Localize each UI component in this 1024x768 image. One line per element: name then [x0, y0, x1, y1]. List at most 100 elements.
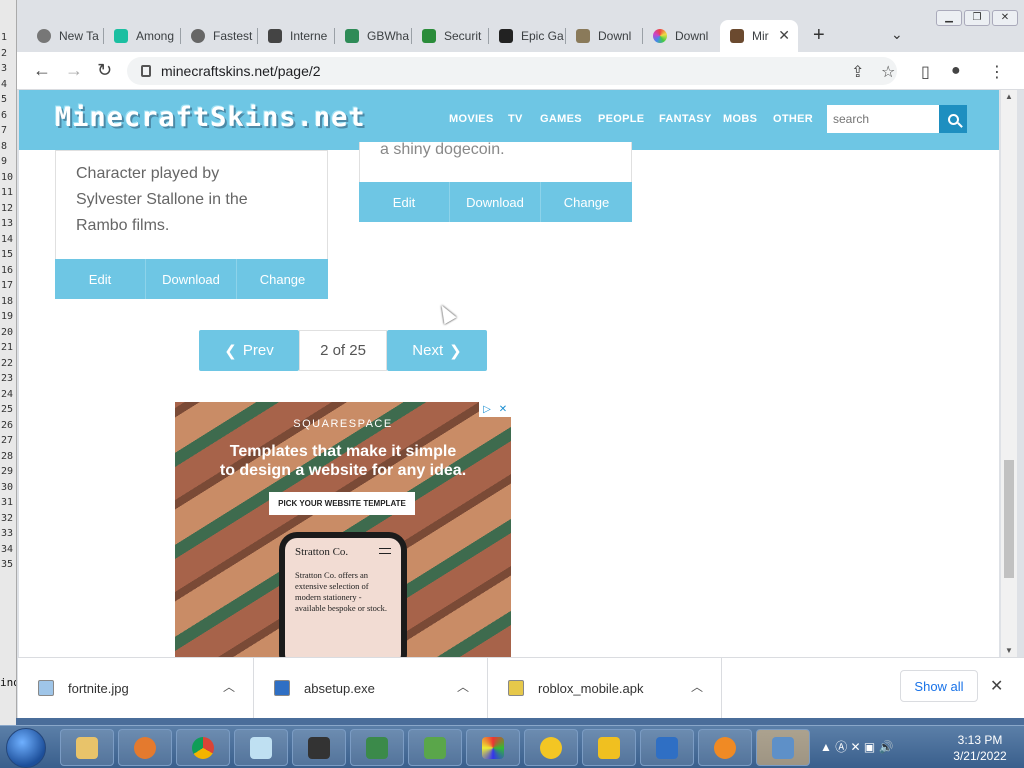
next-button[interactable]: Next ❯: [387, 330, 487, 371]
download-filename: roblox_mobile.apk: [538, 680, 644, 696]
download-button[interactable]: Download: [450, 182, 541, 222]
tab-download[interactable]: Downl: [643, 20, 720, 52]
system-tray-icons[interactable]: ▲ Ⓐ ✕ ▣ 🔊: [820, 738, 894, 755]
advertisement[interactable]: ▷ ✕ SQUARESPACE Templates that make it s…: [175, 402, 511, 657]
restore-button[interactable]: ❐: [964, 10, 990, 26]
nav-other[interactable]: OTHER: [773, 113, 813, 125]
tab-label: Mir: [752, 29, 769, 43]
change-button[interactable]: Change: [541, 182, 632, 222]
desc-line: Sylvester Stallone in the: [76, 191, 248, 208]
chevron-up-icon[interactable]: ︿: [691, 678, 703, 695]
reload-icon[interactable]: ↻: [97, 60, 112, 81]
page-viewport: MinecraftSkins.net MOVIES TV GAMES PEOPL…: [19, 90, 999, 657]
taskbar-media-player[interactable]: [118, 729, 172, 766]
taskbar-resource-monitor[interactable]: [408, 729, 462, 766]
search-input[interactable]: [827, 105, 939, 133]
nav-movies[interactable]: MOVIES: [449, 113, 494, 125]
chevron-right-icon: ❯: [449, 342, 462, 360]
nav-fantasy[interactable]: FANTASY: [659, 113, 712, 125]
taskbar-security-app[interactable]: [582, 729, 636, 766]
edit-button[interactable]: Edit: [359, 182, 450, 222]
taskbar-uc-browser[interactable]: [698, 729, 752, 766]
tab-download-pubg[interactable]: Downl: [566, 20, 643, 52]
change-button[interactable]: Change: [237, 259, 328, 299]
mouse-cursor-icon: [435, 301, 457, 325]
edit-button[interactable]: Edit: [55, 259, 146, 299]
share-icon[interactable]: ⇪: [851, 62, 864, 82]
download-button[interactable]: Download: [146, 259, 237, 299]
forward-icon[interactable]: →: [65, 60, 83, 81]
menu-icon[interactable]: ⋮: [989, 62, 1005, 82]
download-item[interactable]: fortnite.jpg ︿: [18, 658, 254, 718]
tab-gbwhatsapp[interactable]: GBWha: [335, 20, 412, 52]
scroll-up-icon[interactable]: ▲: [1005, 92, 1013, 101]
line-numbers: 1 2 3 4 5 6 7 8 9 10 11 12 13 14 15 16 1…: [1, 32, 14, 570]
new-tab-icon[interactable]: +: [813, 24, 825, 47]
tab-epic-games[interactable]: Epic Ga: [489, 20, 566, 52]
download-filename: absetup.exe: [304, 680, 375, 696]
taskbar-notepad[interactable]: [234, 729, 288, 766]
calculator-icon: [308, 736, 330, 759]
browser-window: New Ta Among Fastest Interne GBWha Secur…: [16, 0, 1024, 718]
search-button[interactable]: [939, 105, 967, 133]
scrollbar-thumb[interactable]: [1004, 460, 1014, 578]
chrome-icon: [192, 736, 214, 759]
tab-internet[interactable]: Interne: [258, 20, 335, 52]
taskbar-network-app[interactable]: [756, 729, 810, 766]
download-shelf: fortnite.jpg ︿ absetup.exe ︿ roblox_mobi…: [18, 657, 1024, 718]
taskbar-app-colorful[interactable]: [466, 729, 520, 766]
back-icon[interactable]: ←: [33, 60, 51, 81]
nav-people[interactable]: PEOPLE: [598, 113, 644, 125]
warning-check-icon: [598, 736, 620, 759]
tab-minecraftskins[interactable]: Mir ✕: [720, 20, 798, 52]
taskbar-calculator[interactable]: [292, 729, 346, 766]
tab-new-tab[interactable]: New Ta: [27, 20, 104, 52]
tab-label: Fastest: [213, 29, 253, 43]
url-text: minecraftskins.net/page/2: [161, 63, 321, 79]
card-description: Character played by Sylvester Stallone i…: [76, 161, 248, 239]
archive-icon: [268, 29, 282, 43]
close-window-button[interactable]: ✕: [992, 10, 1018, 26]
tab-among[interactable]: Among: [104, 20, 181, 52]
download-item[interactable]: roblox_mobile.apk ︿: [488, 658, 722, 718]
adchoices-icon[interactable]: ▷: [479, 402, 495, 417]
close-tab-icon[interactable]: ✕: [778, 27, 790, 44]
minimize-button[interactable]: ▁: [936, 10, 962, 26]
tab-label: New Ta: [59, 29, 99, 43]
image-file-icon: [38, 680, 54, 696]
show-all-button[interactable]: Show all: [900, 670, 978, 702]
chevron-up-icon[interactable]: ︿: [457, 678, 469, 695]
taskbar-chrome[interactable]: [176, 729, 230, 766]
close-shelf-icon[interactable]: ✕: [990, 676, 1003, 696]
ad-cta-button[interactable]: PICK YOUR WEBSITE TEMPLATE: [269, 492, 415, 515]
bookmark-star-icon[interactable]: ☆: [881, 62, 895, 82]
globe-icon: [191, 29, 205, 43]
side-panel-icon[interactable]: ▯: [921, 62, 930, 82]
profile-icon[interactable]: ●: [951, 62, 961, 80]
download-item[interactable]: absetup.exe ︿: [254, 658, 488, 718]
tab-fastest[interactable]: Fastest: [181, 20, 258, 52]
skin-card-rambo: Character played by Sylvester Stallone i…: [55, 150, 328, 299]
nav-mobs[interactable]: MOBS: [723, 113, 757, 125]
start-button[interactable]: [6, 728, 46, 768]
page-scrollbar[interactable]: ▲ ▼: [1001, 90, 1017, 657]
chevron-up-icon[interactable]: ︿: [223, 678, 235, 695]
tab-search-icon[interactable]: ⌄: [891, 26, 903, 43]
desc-line: Character played by: [76, 165, 220, 182]
nav-tv[interactable]: TV: [508, 113, 523, 125]
taskbar-explorer[interactable]: [60, 729, 114, 766]
scroll-down-icon[interactable]: ▼: [1005, 646, 1013, 655]
prev-button[interactable]: ❮ Prev: [199, 330, 299, 371]
color-wheel-icon: [653, 29, 667, 43]
ad-close-icon[interactable]: ✕: [495, 402, 511, 417]
site-logo[interactable]: MinecraftSkins.net: [55, 102, 366, 133]
taskbar-app-a[interactable]: [640, 729, 694, 766]
taskbar-task-manager[interactable]: [350, 729, 404, 766]
taskbar-app-yellow[interactable]: [524, 729, 578, 766]
address-bar[interactable]: minecraftskins.net/page/2: [127, 57, 897, 85]
tab-security[interactable]: Securit: [412, 20, 489, 52]
tab-strip: New Ta Among Fastest Interne GBWha Secur…: [17, 0, 1024, 52]
nav-games[interactable]: GAMES: [540, 113, 582, 125]
system-clock[interactable]: 3:13 PM 3/21/2022: [940, 732, 1020, 764]
skin-card-dogecoin: a shiny dogecoin. Edit Download Change: [359, 141, 632, 222]
